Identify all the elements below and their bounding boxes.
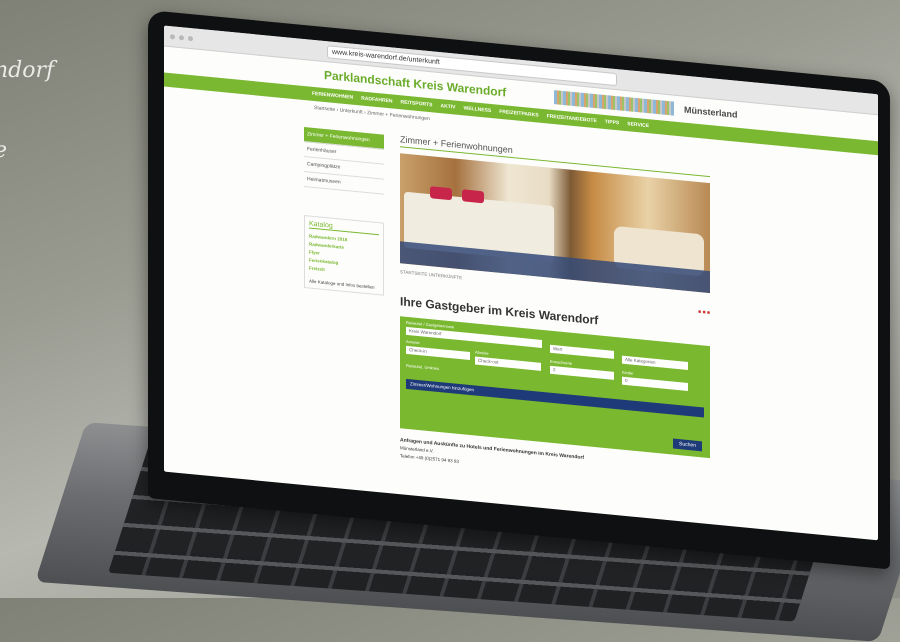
- guests-label: Erwachsene: [550, 358, 573, 366]
- katalog-note: Alle Kataloge und Infos bestellen: [309, 278, 375, 290]
- children-select[interactable]: 0: [622, 376, 688, 391]
- nav-item[interactable]: SERVICE: [627, 121, 649, 129]
- nav-item[interactable]: WELLNESS: [463, 105, 491, 114]
- nav-item[interactable]: TIPPS: [605, 119, 619, 126]
- anreise-label: Anreise: [406, 338, 420, 346]
- sidebar: Zimmer + Ferienwohnungen Ferienhäuser Ca…: [304, 127, 384, 296]
- radius-checkbox[interactable]: Reiseziel, Umkreis: [406, 363, 439, 371]
- color-stripes-graphic: [554, 90, 674, 116]
- search-button[interactable]: Suchen: [673, 438, 702, 452]
- abreise-input[interactable]: Check-out: [475, 356, 541, 371]
- children-label: Kinder: [622, 369, 634, 376]
- main-content: Zimmer + Ferienwohnungen STARTSEITE UNTE…: [400, 134, 710, 490]
- pillow-shape: [430, 186, 452, 201]
- category-select[interactable]: Alle Kategorien: [622, 355, 688, 370]
- nav-item[interactable]: AKTIV: [440, 103, 455, 110]
- nav-item[interactable]: FERIENWOHNEN: [312, 91, 353, 101]
- katalog-box: Katalog Radwandern 2018 Radwanderkarte F…: [304, 215, 384, 296]
- window-close-icon[interactable]: [170, 33, 175, 40]
- anreise-input[interactable]: Check-in: [406, 345, 470, 361]
- nav-item[interactable]: FREIZEITANGEBOTE: [547, 113, 597, 124]
- search-form: Reiseziel / Gastgebername Kreis Warendor…: [400, 316, 710, 459]
- info-org: Münsterland e.V.: [400, 445, 434, 454]
- laptop-lid: www.kreis-warendorf.de/unterkunft Parkla…: [148, 10, 890, 570]
- nav-item[interactable]: FREIZEITPARKS: [499, 109, 538, 119]
- abreise-label: Abreise: [475, 349, 489, 356]
- region-input[interactable]: Kreis Warendorf: [406, 326, 542, 348]
- info-phone: Telefon +49 (0)2571 94 93 93: [400, 453, 459, 464]
- nav-item[interactable]: REITSPORTS: [401, 99, 433, 108]
- brand-logo[interactable]: Münsterland: [684, 105, 738, 120]
- window-zoom-icon[interactable]: [188, 35, 193, 41]
- laptop-screen: www.kreis-warendorf.de/unterkunft Parkla…: [164, 25, 878, 541]
- sort-select[interactable]: Wert: [550, 344, 614, 359]
- guests-select[interactable]: 2: [550, 365, 614, 380]
- background-text-1: ndorf: [0, 58, 55, 83]
- background-text-2: e: [0, 138, 7, 163]
- window-minimize-icon[interactable]: [179, 34, 184, 40]
- nav-item[interactable]: RADFAHREN: [361, 96, 392, 105]
- hotel-room-photo: [400, 153, 710, 294]
- pillow-shape: [462, 189, 484, 204]
